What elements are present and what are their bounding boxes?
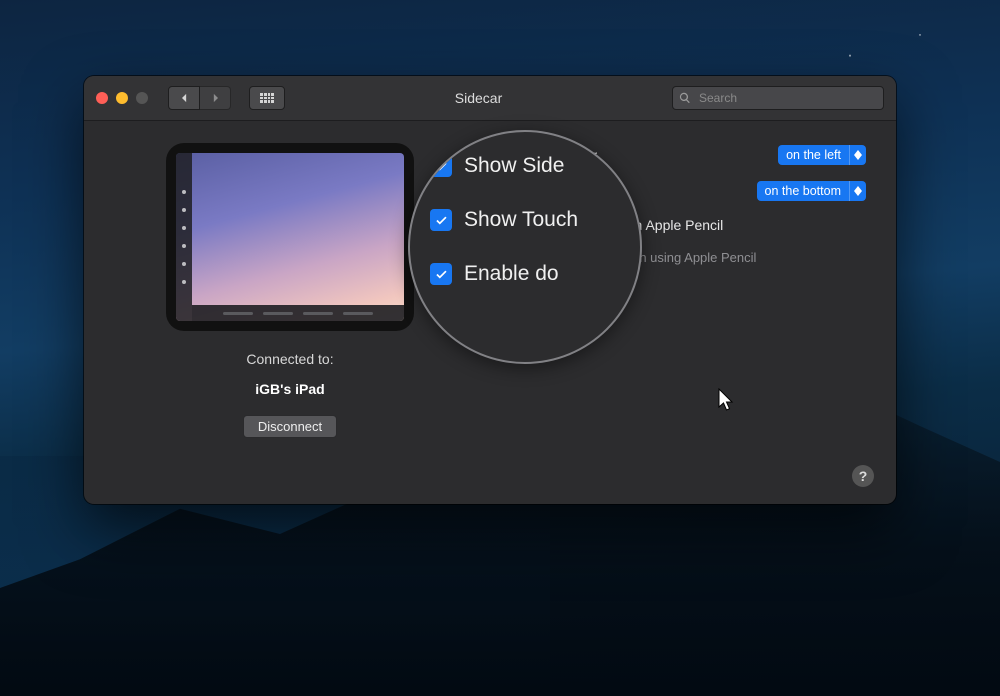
forward-button[interactable] xyxy=(200,86,231,110)
disconnect-button[interactable]: Disconnect xyxy=(243,415,337,438)
titlebar: Sidecar xyxy=(84,76,896,121)
chevron-right-icon xyxy=(211,93,220,103)
chevron-left-icon xyxy=(180,93,189,103)
lens-checkbox-icon xyxy=(430,155,452,177)
touchbar-position-popup[interactable]: on the bottom xyxy=(757,181,866,201)
lens-label-2: Show Touch xyxy=(464,208,578,232)
back-button[interactable] xyxy=(168,86,200,110)
zoom-button[interactable] xyxy=(136,92,148,104)
desktop-background: Sidecar Connected to: iGB's iP xyxy=(0,0,1000,696)
ipad-screen xyxy=(176,153,404,321)
lens-checkbox-icon xyxy=(430,263,452,285)
ipad-sidebar-preview xyxy=(176,153,192,321)
search-icon xyxy=(679,92,691,104)
search-field[interactable] xyxy=(672,86,884,110)
lens-row-touchbar: Show Touch xyxy=(430,208,620,232)
help-button[interactable]: ? xyxy=(852,465,874,487)
updown-icon xyxy=(849,145,866,165)
sidebar-position-value: on the left xyxy=(778,148,849,162)
ipad-touchbar-preview xyxy=(192,305,404,321)
grid-icon xyxy=(260,93,274,103)
window-title: Sidecar xyxy=(295,90,662,106)
lens-row-sidebar: Show Side xyxy=(430,154,620,178)
lens-label-3: Enable do xyxy=(464,262,559,286)
connected-to-label: Connected to: xyxy=(166,351,414,367)
nav-group xyxy=(168,86,231,110)
lens-row-doubletap: Enable do xyxy=(430,262,620,286)
sidebar-position-popup[interactable]: on the left xyxy=(778,145,866,165)
lens-checkbox-icon xyxy=(430,209,452,231)
updown-icon xyxy=(849,181,866,201)
traffic-lights xyxy=(96,92,148,104)
touchbar-position-value: on the bottom xyxy=(757,184,849,198)
connection-block: Connected to: iGB's iPad Disconnect xyxy=(166,351,414,438)
minimize-button[interactable] xyxy=(116,92,128,104)
device-name: iGB's iPad xyxy=(166,381,414,397)
zoom-lens: Show Side Show Touch Enable do xyxy=(408,130,642,364)
ipad-preview xyxy=(166,143,414,331)
show-all-button[interactable] xyxy=(249,86,285,110)
lens-label-1: Show Side xyxy=(464,154,564,178)
close-button[interactable] xyxy=(96,92,108,104)
search-input[interactable] xyxy=(697,90,877,106)
